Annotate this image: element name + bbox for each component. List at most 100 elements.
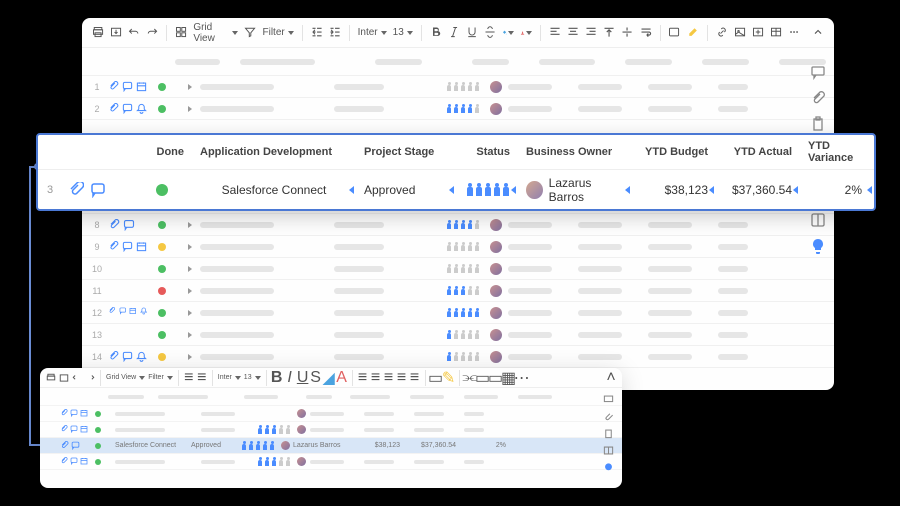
expand-icon[interactable]	[188, 288, 192, 294]
comments-icon[interactable]	[603, 392, 614, 403]
indent-icon[interactable]: ≡	[197, 373, 207, 383]
table-row[interactable]: 10	[82, 258, 834, 280]
expand-icon[interactable]	[188, 222, 192, 228]
undo-icon[interactable]	[72, 373, 82, 383]
chat-icon[interactable]	[122, 81, 133, 93]
strikethrough-icon[interactable]	[484, 26, 496, 40]
attachments-icon[interactable]	[810, 90, 826, 106]
image-icon[interactable]	[734, 26, 746, 40]
cal-icon[interactable]	[80, 425, 88, 434]
valign-top-icon[interactable]	[603, 26, 615, 40]
paperclip-icon[interactable]	[108, 219, 120, 231]
font-size-selector[interactable]: 13	[244, 374, 261, 381]
paperclip-icon[interactable]	[108, 103, 119, 115]
text-color-icon[interactable]	[520, 26, 532, 40]
table-row[interactable]	[40, 406, 622, 422]
table-row[interactable]: 13	[82, 324, 834, 346]
cell-actual[interactable]: $37,360.54	[716, 183, 800, 197]
comments-icon[interactable]	[810, 64, 826, 80]
align-center-icon[interactable]	[567, 26, 579, 40]
paperclip-icon[interactable]	[60, 409, 68, 418]
expand-icon[interactable]	[188, 244, 192, 250]
table-row[interactable]: 12	[82, 302, 834, 324]
strikethrough-icon[interactable]: S	[311, 373, 321, 383]
cal-icon[interactable]	[80, 409, 88, 418]
table-row[interactable]	[40, 454, 622, 470]
align-icon[interactable]: ≡	[358, 373, 368, 383]
cell-stage[interactable]: Approved	[356, 183, 456, 197]
fill-color-icon[interactable]	[502, 26, 514, 40]
attachments-icon[interactable]	[603, 409, 614, 420]
export-icon[interactable]	[59, 373, 69, 383]
outdent-icon[interactable]: ≡	[184, 373, 194, 383]
redo-icon[interactable]	[85, 373, 95, 383]
export-icon[interactable]	[110, 26, 122, 40]
attachment-icon[interactable]	[68, 182, 84, 198]
view-selector[interactable]: Grid View	[106, 374, 145, 381]
table-row[interactable]: 2	[82, 98, 834, 120]
book-icon[interactable]	[603, 443, 614, 454]
cal-icon[interactable]	[136, 81, 147, 93]
redo-icon[interactable]	[146, 26, 158, 40]
print-icon[interactable]	[92, 26, 104, 40]
bold-icon[interactable]: B	[272, 373, 282, 383]
cell-variance[interactable]: 2%	[800, 183, 874, 197]
highlight-icon[interactable]	[687, 26, 699, 40]
table-icon[interactable]	[770, 26, 782, 40]
align-right-icon[interactable]	[585, 26, 597, 40]
underline-icon[interactable]: U	[298, 373, 308, 383]
undo-icon[interactable]	[128, 26, 140, 40]
chat-icon[interactable]	[122, 241, 133, 253]
image-icon[interactable]: ▭	[478, 373, 488, 383]
chat-icon[interactable]	[70, 425, 78, 434]
clipboard-icon[interactable]	[810, 116, 826, 132]
paperclip-icon[interactable]	[108, 351, 119, 363]
expand-icon[interactable]	[188, 84, 192, 90]
chat-icon[interactable]	[119, 307, 127, 319]
view-selector[interactable]: Grid View	[193, 22, 238, 44]
link-icon[interactable]: ⫘	[465, 373, 475, 383]
filter-selector[interactable]: Filter	[148, 374, 173, 381]
expand-icon[interactable]	[188, 354, 192, 360]
paperclip-icon[interactable]	[60, 457, 68, 466]
align-left-icon[interactable]	[549, 26, 561, 40]
expand-icon[interactable]	[188, 266, 192, 272]
cal-icon[interactable]	[129, 307, 137, 319]
cell-budget[interactable]: $38,123	[632, 183, 716, 197]
outdent-icon[interactable]	[311, 26, 323, 40]
chat-icon[interactable]	[90, 182, 106, 198]
table-row[interactable]: 8	[82, 214, 834, 236]
chat-icon[interactable]	[71, 441, 80, 450]
chat-icon[interactable]	[70, 457, 78, 466]
chat-icon[interactable]	[122, 103, 133, 115]
table-row[interactable]: Salesforce Connect Approved Lazarus Barr…	[40, 438, 622, 454]
fill-color-icon[interactable]: ◢	[324, 373, 334, 383]
italic-icon[interactable]	[448, 26, 460, 40]
align-icon[interactable]: ≡	[371, 373, 381, 383]
font-size-selector[interactable]: 13	[393, 27, 413, 38]
table-row[interactable]: 1	[82, 76, 834, 98]
font-selector[interactable]: Inter	[218, 374, 241, 381]
bell-icon[interactable]	[136, 103, 147, 115]
collapse-icon[interactable]: ˄	[606, 373, 616, 383]
book-icon[interactable]	[810, 212, 826, 228]
insert-icon[interactable]: ▭	[491, 373, 501, 383]
print-icon[interactable]	[46, 373, 56, 383]
indent-icon[interactable]	[329, 26, 341, 40]
valign-icon[interactable]: ≡	[397, 373, 407, 383]
align-icon[interactable]: ≡	[384, 373, 394, 383]
chat-icon[interactable]	[122, 351, 133, 363]
cell-owner[interactable]: Lazarus Barros	[518, 176, 632, 204]
tips-icon[interactable]	[603, 460, 614, 471]
cal-icon[interactable]	[136, 241, 147, 253]
filter-selector[interactable]: Filter	[262, 27, 293, 38]
wrap-icon[interactable]	[640, 26, 652, 40]
text-color-icon[interactable]: A	[337, 373, 347, 383]
table-icon[interactable]: ▦	[504, 373, 514, 383]
wrap-icon[interactable]: ≡	[410, 373, 420, 383]
table-row[interactable]	[40, 422, 622, 438]
tips-icon[interactable]	[810, 238, 826, 254]
cal-icon[interactable]	[80, 457, 88, 466]
bell-icon[interactable]	[140, 307, 148, 319]
more-icon[interactable]: ⋯	[517, 373, 527, 383]
